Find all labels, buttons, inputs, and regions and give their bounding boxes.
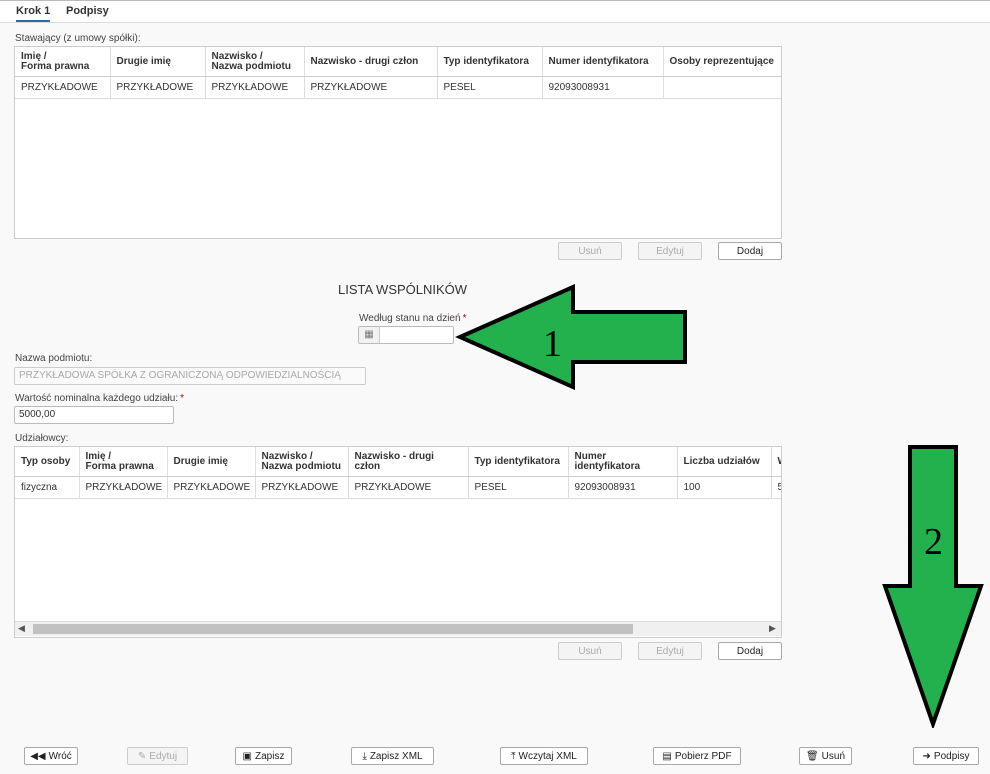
- col-nazwisko[interactable]: Nazwisko / Nazwa podmiotu: [205, 47, 305, 77]
- horizontal-scrollbar[interactable]: ◀ ▶: [15, 621, 781, 636]
- back-button[interactable]: ◀◀ Wróć: [24, 747, 78, 765]
- cell: [663, 76, 781, 99]
- col-numer-id[interactable]: Numer identyfikatora: [542, 47, 664, 77]
- required-marker: *: [180, 393, 184, 404]
- udzialowcy-delete-button[interactable]: Usuń: [558, 642, 622, 660]
- floppy-icon: ▣: [242, 751, 252, 762]
- cell: 100: [677, 476, 772, 499]
- save-xml-button[interactable]: ⤓ Zapisz XML: [351, 747, 434, 765]
- cell: 92093008931: [568, 476, 678, 499]
- annotation-arrow-1-icon: 1: [455, 284, 687, 390]
- pdf-label: Pobierz PDF: [674, 751, 732, 762]
- col-imie[interactable]: Imię / Forma prawna: [79, 447, 168, 477]
- tab-bar: Krok 1 Podpisy: [0, 0, 990, 23]
- annotation-arrow-2-icon: 2: [882, 445, 984, 728]
- edit-label: Edytuj: [149, 751, 178, 762]
- save-xml-label: Zapisz XML: [369, 751, 423, 762]
- cell: PESEL: [437, 76, 543, 99]
- wartosc-label: Wartość nominalna każdego udziału: *: [15, 393, 184, 404]
- date-field[interactable]: ▦: [358, 326, 454, 344]
- stawajacy-add-button[interactable]: Dodaj: [718, 242, 782, 260]
- wartosc-field[interactable]: 5000,00: [14, 406, 174, 424]
- rewind-icon: ◀◀: [30, 751, 46, 762]
- cell: PESEL: [468, 476, 569, 499]
- stawajacy-grid: Imię / Forma prawna Drugie imię Nazwisko…: [14, 46, 782, 239]
- signatures-button[interactable]: ➜ Podpisy: [913, 747, 979, 765]
- nazwa-label: Nazwa podmiotu:: [15, 353, 93, 364]
- download-icon: ⤓: [362, 751, 367, 762]
- cell: 92093008931: [542, 76, 664, 99]
- scroll-right-icon[interactable]: ▶: [769, 623, 776, 634]
- col-drugie-imie[interactable]: Drugie imię: [167, 447, 256, 477]
- date-label: Według stanu na dzień *: [359, 313, 466, 324]
- stawajacy-delete-button[interactable]: Usuń: [558, 242, 622, 260]
- col-nazwisko-drugi[interactable]: Nazwisko - drugi człon: [304, 47, 438, 77]
- cell: PRZYKŁADOWE: [167, 476, 256, 499]
- footer-delete-button[interactable]: 🗑 Usuń: [799, 747, 852, 765]
- load-xml-button[interactable]: ⤒ Wczytaj XML: [500, 747, 588, 765]
- load-xml-label: Wczytaj XML: [518, 751, 577, 762]
- udzialowcy-add-button[interactable]: Dodaj: [718, 642, 782, 660]
- table-row[interactable]: PRZYKŁADOWE PRZYKŁADOWE PRZYKŁADOWE PRZY…: [15, 76, 781, 99]
- cell: PRZYKŁADOWE: [15, 76, 111, 99]
- upload-icon: ⤒: [511, 751, 516, 762]
- tab-podpisy[interactable]: Podpisy: [66, 5, 109, 17]
- date-label-text: Według stanu na dzień: [359, 313, 461, 324]
- scrollbar-thumb[interactable]: [33, 624, 633, 634]
- wartosc-label-text: Wartość nominalna każdego udziału:: [15, 393, 179, 404]
- col-drugie-imie[interactable]: Drugie imię: [110, 47, 206, 77]
- arrow-1-shape: [455, 284, 687, 390]
- nazwa-field[interactable]: PRZYKŁADOWA SPÓŁKA Z OGRANICZONĄ ODPOWIE…: [14, 367, 366, 385]
- cell: 50: [771, 476, 781, 499]
- col-nazwisko[interactable]: Nazwisko / Nazwa podmiotu: [255, 447, 349, 477]
- col-numer-id[interactable]: Numer identyfikatora: [568, 447, 678, 477]
- back-label: Wróć: [48, 751, 72, 762]
- cell: PRZYKŁADOWE: [110, 76, 206, 99]
- udzialowcy-edit-button[interactable]: Edytuj: [638, 642, 702, 660]
- footer-edit-button[interactable]: ✎ Edytuj: [127, 747, 188, 765]
- stawajacy-header-row: Imię / Forma prawna Drugie imię Nazwisko…: [15, 47, 781, 77]
- stawajacy-edit-button[interactable]: Edytuj: [638, 242, 702, 260]
- calendar-icon[interactable]: ▦: [359, 327, 380, 343]
- save-label: Zapisz: [255, 751, 285, 762]
- udzialowcy-label: Udziałowcy:: [15, 433, 69, 444]
- cell: PRZYKŁADOWE: [304, 76, 438, 99]
- delete-label: Usuń: [821, 751, 846, 762]
- arrow-2-shape: [882, 445, 984, 728]
- col-liczba-udzialow[interactable]: Liczba udziałów: [677, 447, 772, 477]
- col-wartosc[interactable]: W: [771, 447, 781, 477]
- col-nazwisko-drugi[interactable]: Nazwisko - drugi człon: [348, 447, 469, 477]
- edit-icon: ✎: [137, 751, 147, 762]
- arrow-2-label: 2: [924, 521, 943, 563]
- save-button[interactable]: ▣ Zapisz: [235, 747, 292, 765]
- col-imie[interactable]: Imię / Forma prawna: [15, 47, 111, 77]
- download-pdf-button[interactable]: ▤ Pobierz PDF: [653, 747, 741, 765]
- col-typ-id[interactable]: Typ identyfikatora: [468, 447, 569, 477]
- lista-title: LISTA WSPÓLNIKÓW: [338, 282, 468, 297]
- cell: PRZYKŁADOWE: [255, 476, 349, 499]
- tab-krok-1[interactable]: Krok 1: [16, 5, 51, 22]
- cell: PRZYKŁADOWE: [205, 76, 305, 99]
- signatures-label: Podpisy: [933, 751, 970, 762]
- udzialowcy-grid: Typ osoby Imię / Forma prawna Drugie imi…: [14, 446, 782, 638]
- arrow-1-label: 1: [543, 323, 562, 365]
- cell: fizyczna: [15, 476, 80, 499]
- cell: PRZYKŁADOWE: [79, 476, 168, 499]
- stawajacy-label: Stawający (z umowy spółki):: [15, 33, 141, 44]
- cell: PRZYKŁADOWE: [348, 476, 469, 499]
- trash-icon: 🗑: [805, 751, 819, 762]
- scroll-left-icon[interactable]: ◀: [18, 623, 25, 634]
- udzialowcy-header-row: Typ osoby Imię / Forma prawna Drugie imi…: [15, 447, 781, 477]
- col-typ-osoby[interactable]: Typ osoby: [15, 447, 80, 477]
- arrow-right-icon: ➜: [922, 751, 931, 762]
- col-typ-id[interactable]: Typ identyfikatora: [437, 47, 543, 77]
- table-row[interactable]: fizyczna PRZYKŁADOWE PRZYKŁADOWE PRZYKŁA…: [15, 476, 781, 499]
- pdf-file-icon: ▤: [662, 751, 672, 762]
- col-osoby-repr[interactable]: Osoby reprezentujące: [663, 47, 781, 77]
